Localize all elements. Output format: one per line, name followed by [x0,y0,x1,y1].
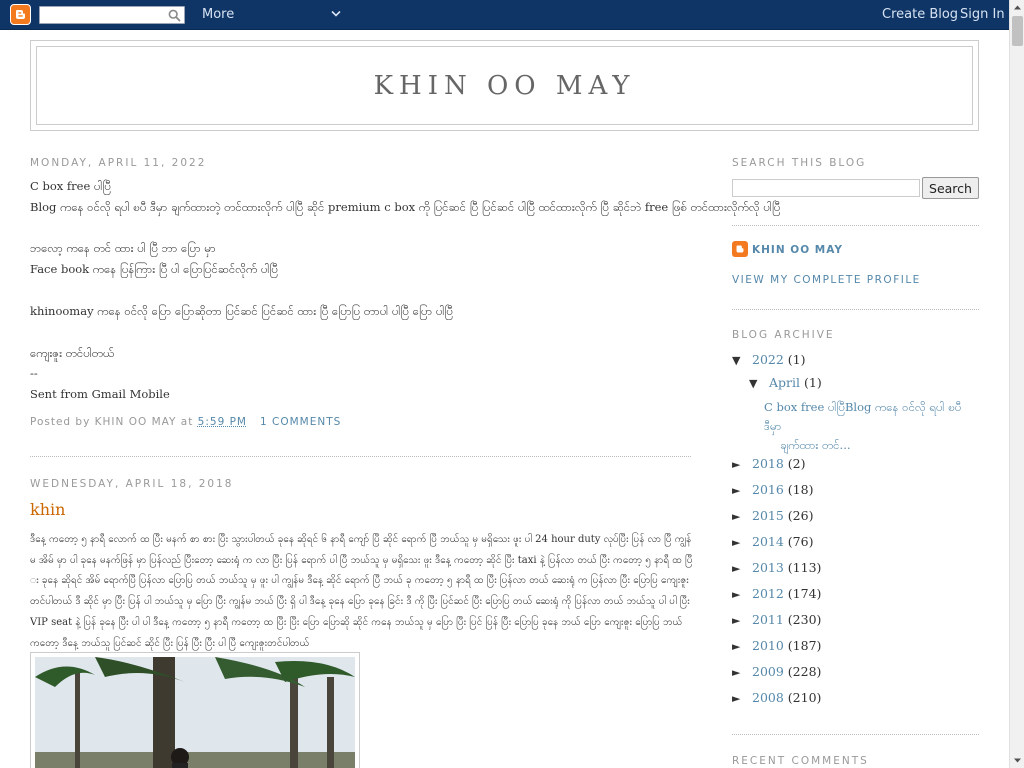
archive-count: (26) [787,508,814,523]
archive-toggle-icon[interactable]: ► [732,510,752,523]
post-body-line: Blog ကနေ ဝင်လို ရပါ ၿပီ ဒီမှာ ချက်ထားတဲ့… [30,200,781,214]
archive-year-link[interactable]: 2011 [752,612,784,627]
page-scrollbar[interactable] [1009,0,1024,768]
archive-toggle-icon[interactable]: ► [732,640,752,653]
archive-year-2009: ► 2009 (228) [732,664,821,679]
create-blog-link[interactable]: Create Blog [882,7,958,22]
view-profile-link[interactable]: View my complete profile [732,274,921,286]
archive-toggle-icon[interactable]: ► [732,614,752,627]
archive-toggle-icon[interactable]: ▼ [749,377,769,390]
post-body-line: ကျေးဇူး တင်ပါတယ် [30,346,115,360]
archive-year-link[interactable]: 2009 [752,664,784,679]
blog-search-input[interactable] [732,179,920,197]
post-body-line: -- [30,366,38,380]
archive-toggle-icon[interactable]: ► [732,692,752,705]
blogger-b-glyph-icon [736,245,744,253]
post-timestamp-link[interactable]: 5:59 PM [198,416,247,428]
search-blog-heading: Search This Blog [732,157,867,169]
archive-year-link[interactable]: 2008 [752,690,784,705]
recent-comments-heading: Recent Comments [732,755,869,767]
profile-name-link[interactable]: KHIN OO MAY [752,244,843,256]
archive-post-title-line: ချက်ထား တင်... [780,438,851,452]
archive-toggle-icon[interactable]: ► [732,666,752,679]
archive-year-2016: ► 2016 (18) [732,482,813,497]
scroll-up-arrow-icon[interactable] [1010,0,1024,15]
archive-year-2018: ► 2018 (2) [732,456,806,471]
sidebar-separator [732,309,979,310]
archive-year-2008: ► 2008 (210) [732,690,821,705]
archive-toggle-icon[interactable]: ► [732,562,752,575]
archive-post-title-line: C box free ပါပြီBlog ကနေ ဝင်လို ရပါ ၿပီ … [764,400,962,433]
search-icon[interactable] [168,9,181,22]
sidebar-separator [732,225,979,226]
archive-year-link[interactable]: 2016 [752,482,784,497]
blog-title[interactable]: KHIN OO MAY [374,71,636,101]
archive-year-2015: ► 2015 (26) [732,508,813,523]
post-body: ဒီနေ့ ကတော့ ၅ နာရီ လောက် ထ ပြီး မနက် စာ … [30,534,693,649]
archive-year-link[interactable]: 2022 [752,352,784,367]
archive-post-link[interactable]: C box free ပါပြီBlog ကနေ ဝင်လို ရပါ ၿပီ … [764,398,979,455]
archive-count: (230) [787,612,822,627]
post-body-line: ဘလော့ ကနေ တင် ထား ပါ ပြီ ဘာ ပြော မှာ [30,241,216,255]
post-body-line: C box free ပါပြီ [30,179,111,193]
archive-year-link[interactable]: 2018 [752,456,784,471]
archive-year-2011: ► 2011 (230) [732,612,821,627]
archive-year-link[interactable]: 2015 [752,508,784,523]
archive-year-2013: ► 2013 (113) [732,560,821,575]
archive-year-link[interactable]: 2012 [752,586,784,601]
post-comments-link[interactable]: 1 comments [260,416,341,428]
archive-toggle-icon[interactable]: ▼ [732,354,752,367]
chevron-down-icon[interactable] [330,9,342,19]
archive-toggle-icon[interactable]: ► [732,588,752,601]
post-author-label: Posted by KHIN OO MAY at [30,416,194,428]
archive-count: (1) [787,352,806,367]
archive-count: (210) [787,690,822,705]
archive-year-link[interactable]: 2010 [752,638,784,653]
scrollbar-thumb[interactable] [1012,16,1023,46]
archive-count: (113) [787,560,822,575]
search-button[interactable]: Search [922,177,979,199]
navbar-search-input[interactable] [39,6,185,24]
blog-archive-heading: Blog Archive [732,329,835,341]
scroll-down-arrow-icon[interactable] [1010,753,1024,768]
post-body-line: Face book ကနေ ပြန်ကြား ပြီ ပါ ပြောပြင်ဆင… [30,262,278,276]
archive-count: (174) [787,586,822,601]
sign-in-link[interactable]: Sign In [960,7,1005,22]
post-separator [30,456,691,457]
blogger-profile-icon [732,241,748,257]
post-title[interactable]: khin [30,500,65,519]
more-menu-button[interactable]: More [202,7,234,22]
post-date-header: Monday, April 11, 2022 [30,157,207,169]
archive-year-2022: ▼ 2022 (1) [732,352,806,367]
post-body-line: Sent from Gmail Mobile [30,387,170,401]
archive-count: (76) [787,534,814,549]
blogger-b-glyph-icon [16,10,25,19]
blog-header: KHIN OO MAY [30,40,979,131]
archive-year-2014: ► 2014 (76) [732,534,813,549]
archive-count: (2) [787,456,806,471]
archive-toggle-icon[interactable]: ► [732,458,752,471]
archive-year-2010: ► 2010 (187) [732,638,821,653]
blogger-logo-icon[interactable] [10,4,31,25]
archive-year-2012: ► 2012 (174) [732,586,821,601]
archive-count: (187) [787,638,822,653]
archive-toggle-icon[interactable]: ► [732,536,752,549]
archive-count: (228) [787,664,822,679]
blog-header-inner: KHIN OO MAY [36,46,973,125]
archive-year-link[interactable]: 2014 [752,534,784,549]
archive-count: (1) [803,375,822,390]
post-photo-image[interactable] [35,657,355,768]
archive-month-link[interactable]: April [769,375,800,390]
archive-toggle-icon[interactable]: ► [732,484,752,497]
post-body-line: khinoomay ကနေ ဝင်လို ပြော ပြောဆိုတာ ပြင်… [30,304,453,318]
archive-count: (18) [787,482,814,497]
post-photo-frame[interactable] [30,652,360,768]
post-footer: Posted by KHIN OO MAY at 5:59 PM 1 comme… [30,416,341,428]
blogger-navbar: More Create Blog Sign In [0,0,1009,30]
sidebar-separator [732,734,979,735]
post-date-header: Wednesday, April 18, 2018 [30,478,234,490]
archive-month-april: ▼ April (1) [749,375,822,390]
archive-year-link[interactable]: 2013 [752,560,784,575]
